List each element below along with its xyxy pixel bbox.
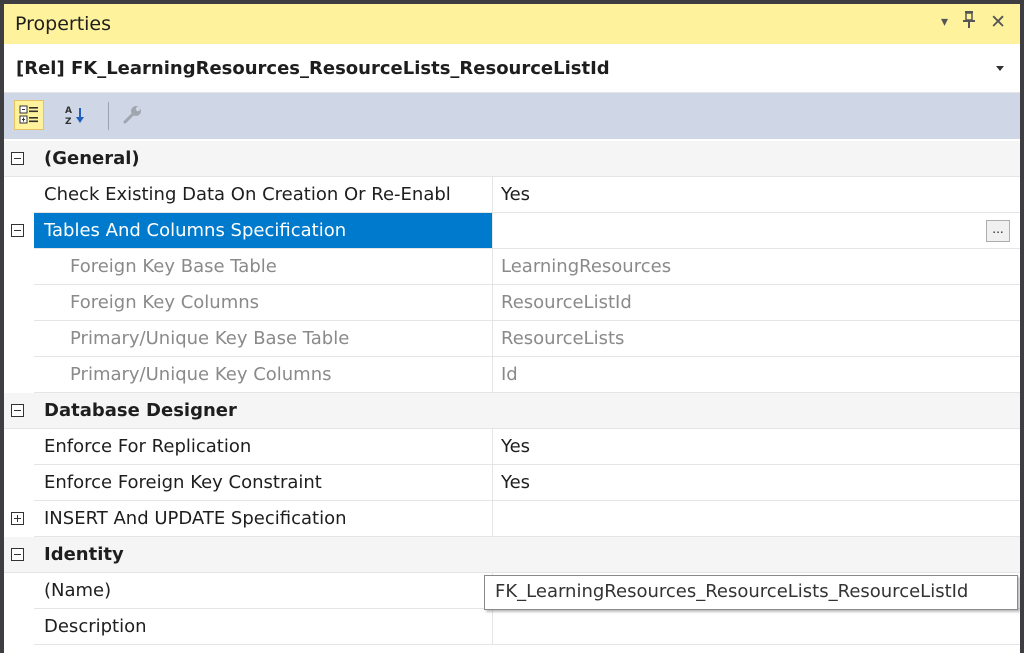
property-value: Id: [501, 364, 518, 385]
property-row-description[interactable]: Description: [4, 609, 1020, 645]
collapse-icon[interactable]: [11, 152, 24, 165]
category-label: Identity: [44, 544, 124, 565]
property-row-fk-columns[interactable]: Foreign Key Columns ResourceListId: [4, 285, 1020, 321]
property-row-check-existing-data[interactable]: Check Existing Data On Creation Or Re-En…: [4, 177, 1020, 213]
property-name: Tables And Columns Specification: [34, 213, 492, 248]
property-row-insert-update-spec[interactable]: INSERT And UPDATE Specification: [4, 501, 1020, 537]
property-row-enforce-fk-constraint[interactable]: Enforce Foreign Key Constraint Yes: [4, 465, 1020, 501]
wrench-icon: [123, 106, 141, 124]
property-name: Foreign Key Base Table: [70, 256, 277, 277]
properties-panel: Properties ▾ ✕ [Rel] FK_LearningResource…: [4, 4, 1020, 653]
category-row-general[interactable]: (General): [4, 141, 1020, 177]
property-value: LearningResources: [501, 256, 672, 277]
pin-icon[interactable]: [962, 10, 976, 33]
property-name: Enforce For Replication: [44, 436, 252, 457]
svg-text:Z: Z: [65, 117, 72, 126]
sort-az-icon: A Z: [65, 106, 84, 126]
property-name: Enforce Foreign Key Constraint: [44, 472, 322, 493]
title-bar[interactable]: Properties ▾ ✕: [4, 4, 1020, 44]
name-tooltip: FK_LearningResources_ResourceLists_Resou…: [484, 575, 1018, 610]
property-value[interactable]: Yes: [493, 177, 1020, 212]
property-value[interactable]: [493, 213, 1020, 248]
window-dropdown-icon[interactable]: ▾: [941, 14, 948, 30]
property-name: INSERT And UPDATE Specification: [44, 508, 347, 529]
close-icon[interactable]: ✕: [990, 11, 1006, 33]
collapse-icon[interactable]: [11, 224, 24, 237]
window-controls: ▾ ✕: [941, 10, 1006, 33]
property-value[interactable]: Yes: [493, 429, 1020, 464]
property-value: ResourceLists: [501, 328, 625, 349]
chevron-down-icon[interactable]: [996, 66, 1004, 71]
property-grid: (General) Check Existing Data On Creatio…: [4, 141, 1020, 645]
window-title: Properties: [15, 13, 112, 35]
alphabetical-button[interactable]: A Z: [62, 100, 92, 130]
property-name: Check Existing Data On Creation Or Re-En…: [44, 184, 451, 205]
property-name: (Name): [44, 580, 112, 601]
property-row-pk-columns[interactable]: Primary/Unique Key Columns Id: [4, 357, 1020, 393]
toolbar-separator: [108, 102, 109, 130]
object-selector-value: [Rel] FK_LearningResources_ResourceLists…: [16, 58, 610, 79]
object-selector[interactable]: [Rel] FK_LearningResources_ResourceLists…: [4, 44, 1020, 93]
property-row-tables-and-columns[interactable]: Tables And Columns Specification ...: [4, 213, 1020, 249]
property-pages-button[interactable]: [118, 100, 148, 130]
category-label: (General): [44, 148, 140, 169]
category-row-identity[interactable]: Identity: [4, 537, 1020, 573]
property-name: Description: [44, 616, 147, 637]
collapse-icon[interactable]: [11, 404, 24, 417]
property-name: Foreign Key Columns: [70, 292, 260, 313]
property-value: ResourceListId: [501, 292, 632, 313]
property-value[interactable]: [493, 609, 1020, 644]
svg-text:A: A: [65, 106, 72, 116]
categorized-icon: [19, 105, 38, 124]
property-name: Primary/Unique Key Columns: [70, 364, 332, 385]
property-row-enforce-replication[interactable]: Enforce For Replication Yes: [4, 429, 1020, 465]
expand-icon[interactable]: [11, 512, 24, 525]
property-row-fk-base-table[interactable]: Foreign Key Base Table LearningResources: [4, 249, 1020, 285]
property-name: Primary/Unique Key Base Table: [70, 328, 350, 349]
category-row-database-designer[interactable]: Database Designer: [4, 393, 1020, 429]
toolbar: A Z: [4, 93, 1020, 139]
property-value[interactable]: [493, 501, 1020, 536]
property-row-pk-base-table[interactable]: Primary/Unique Key Base Table ResourceLi…: [4, 321, 1020, 357]
ellipsis-button[interactable]: ...: [986, 220, 1010, 242]
category-label: Database Designer: [44, 400, 237, 421]
row-divider: [34, 644, 1020, 645]
property-value[interactable]: Yes: [493, 465, 1020, 500]
collapse-icon[interactable]: [11, 548, 24, 561]
categorized-button[interactable]: [14, 100, 44, 130]
